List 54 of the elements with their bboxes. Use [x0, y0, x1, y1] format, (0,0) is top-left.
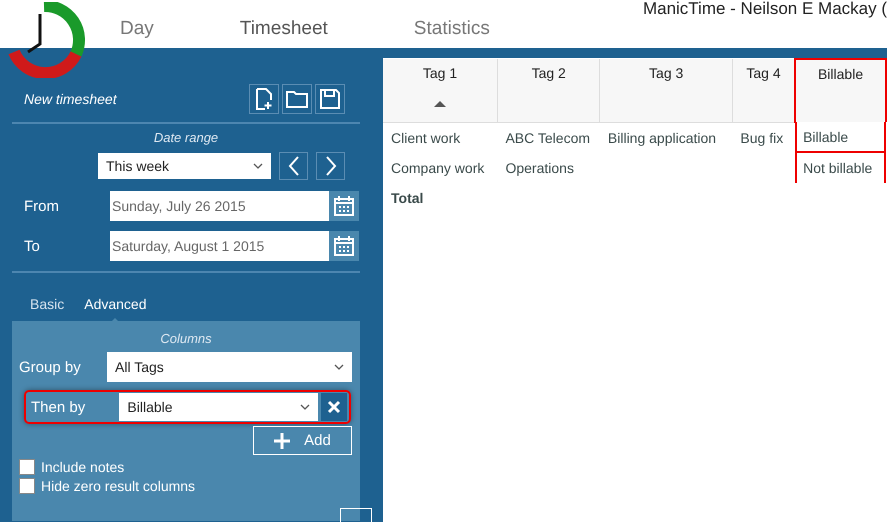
column-header[interactable]: Billable	[795, 59, 886, 122]
field-label: Group by	[19, 358, 82, 376]
checkbox-label: Hide zero result columns	[41, 478, 196, 494]
close-icon	[327, 400, 342, 414]
table-cell: Billable	[795, 122, 886, 152]
date-field[interactable]: Sunday, July 26 2015	[110, 191, 329, 221]
window-title: ManicTime - Neilson E Mackay (	[642, 0, 887, 18]
folder-button[interactable]	[282, 84, 312, 114]
save-button[interactable]	[315, 84, 345, 114]
table-cell-text: Operations	[504, 158, 575, 178]
section-heading: Columns	[159, 331, 213, 346]
table-cell-text: Total	[390, 188, 424, 208]
then-by-dropdown[interactable]: Billable	[119, 393, 318, 421]
plus-icon	[274, 432, 290, 448]
table-cell: Not billable	[795, 152, 886, 182]
caret-icon	[334, 364, 344, 370]
clock-logo-icon	[8, 2, 88, 78]
sort-arrow-icon	[434, 101, 446, 107]
table-cell: Billing application	[600, 122, 732, 152]
nav-tab[interactable]: Timesheet	[226, 0, 342, 58]
timesheet-name: New timesheet	[24, 91, 117, 107]
section-heading: Date range	[152, 130, 220, 145]
next-button[interactable]	[316, 152, 345, 180]
nav-tab[interactable]: Statistics	[400, 0, 504, 58]
column-header[interactable]: Tag 2	[497, 59, 600, 122]
new-file-button[interactable]	[249, 84, 279, 114]
field-label: To	[23, 238, 41, 254]
chevron-right-icon	[324, 156, 336, 176]
nav-tab[interactable]: Day	[106, 0, 168, 58]
mode-tab[interactable]: Basic	[30, 293, 64, 329]
caret-icon	[300, 404, 310, 410]
table-cell: ABC Telecom	[497, 122, 600, 152]
calendar-button[interactable]	[329, 231, 359, 261]
column-header[interactable]: Tag 4	[732, 59, 796, 122]
checkbox-label: Include notes	[41, 458, 124, 474]
table-cell: Bug fix	[732, 122, 796, 152]
checkbox[interactable]	[19, 458, 35, 474]
table-cell: Client work	[383, 122, 498, 152]
mode-tab[interactable]: Advanced	[84, 293, 147, 329]
caret-icon	[253, 163, 263, 169]
chevron-left-icon	[288, 156, 300, 176]
column-header[interactable]: Tag 3	[600, 59, 732, 122]
group-by-dropdown[interactable]: All Tags	[107, 352, 352, 382]
table-cell-text: Company work	[390, 158, 486, 178]
remove-button[interactable]	[321, 393, 347, 421]
add-button[interactable]: Add	[253, 426, 352, 455]
calendar-button[interactable]	[329, 191, 359, 221]
previous-button[interactable]	[279, 152, 308, 180]
range-dropdown[interactable]: This week	[98, 153, 271, 179]
date-field[interactable]: Saturday, August 1 2015	[110, 231, 329, 261]
checkbox[interactable]	[19, 478, 35, 494]
field-label: From	[23, 198, 60, 214]
column-header[interactable]: Tag 1	[383, 59, 498, 122]
field-label: Then by	[31, 398, 86, 416]
